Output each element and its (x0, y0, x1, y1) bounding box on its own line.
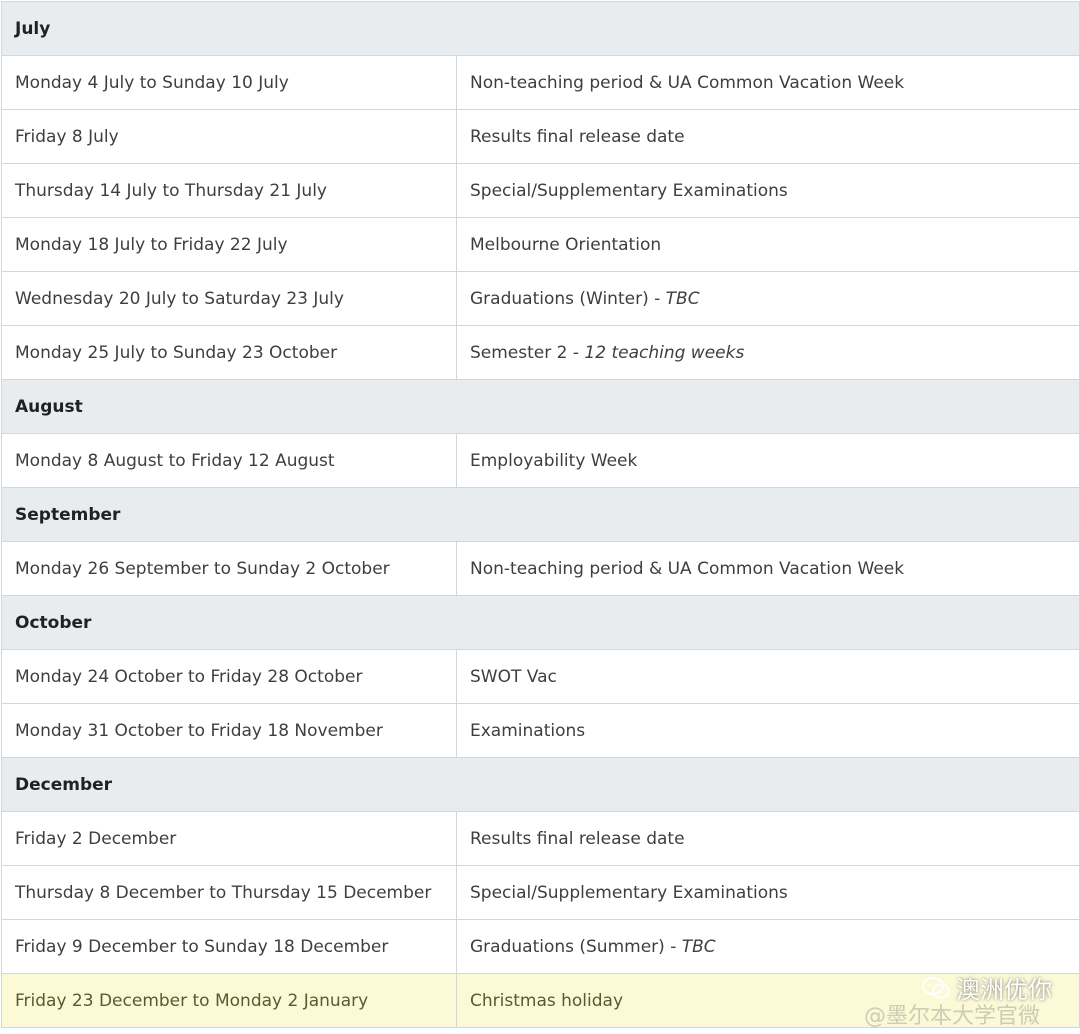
month-header-row: October (2, 596, 1079, 650)
date-range-cell: Friday 9 December to Sunday 18 December (2, 920, 457, 973)
event-cell: Special/Supplementary Examinations (457, 164, 1079, 217)
event-label: SWOT Vac (470, 666, 557, 687)
calendar-row: Wednesday 20 July to Saturday 23 July Gra… (2, 272, 1079, 326)
event-label: Special/Supplementary Examinations (470, 180, 788, 201)
event-cell: Non-teaching period & UA Common Vacation… (457, 542, 1079, 595)
event-cell: Special/Supplementary Examinations (457, 866, 1079, 919)
month-header-row: July (2, 2, 1079, 56)
month-label: December (15, 774, 113, 795)
calendar-row: Monday 8 August to Friday 12 August Emplo… (2, 434, 1079, 488)
month-header-row: December (2, 758, 1079, 812)
date-range-cell: Monday 8 August to Friday 12 August (2, 434, 457, 487)
calendar-row: Thursday 14 July to Thursday 21 July Spec… (2, 164, 1079, 218)
event-label: Special/Supplementary Examinations (470, 882, 788, 903)
event-label: Results final release date (470, 126, 685, 147)
event-cell: Melbourne Orientation (457, 218, 1079, 271)
calendar-row: Thursday 8 December to Thursday 15 Decem… (2, 866, 1079, 920)
event-cell: Graduations (Winter) - TBC (457, 272, 1079, 325)
calendar-row: Monday 24 October to Friday 28 October SW… (2, 650, 1079, 704)
date-range-cell: Thursday 8 December to Thursday 15 Decem… (2, 866, 457, 919)
event-cell: Graduations (Summer) - TBC (457, 920, 1079, 973)
event-cell: Non-teaching period & UA Common Vacation… (457, 56, 1079, 109)
month-label: July (15, 18, 51, 39)
date-range-cell: Friday 8 July (2, 110, 457, 163)
event-cell: Examinations (457, 704, 1079, 757)
date-range-cell: Monday 25 July to Sunday 23 October (2, 326, 457, 379)
event-cell: Semester 2 - 12 teaching weeks (457, 326, 1079, 379)
event-label: Semester 2 - (470, 342, 585, 363)
month-header-row: August (2, 380, 1079, 434)
calendar-row: Friday 8 July Results final release date (2, 110, 1079, 164)
event-label: Results final release date (470, 828, 685, 849)
event-label: Graduations (Winter) - (470, 288, 666, 309)
academic-calendar-table: July Monday 4 July to Sunday 10 July Non-t… (1, 1, 1080, 1028)
event-label: Melbourne Orientation (470, 234, 662, 255)
event-cell: Christmas holiday (457, 974, 1079, 1027)
event-note: TBC (665, 288, 700, 309)
month-label: September (15, 504, 121, 525)
calendar-row: Monday 18 July to Friday 22 July Melbourn… (2, 218, 1079, 272)
event-label: Graduations (Summer) - (470, 936, 682, 957)
event-cell: SWOT Vac (457, 650, 1079, 703)
date-range-cell: Wednesday 20 July to Saturday 23 July (2, 272, 457, 325)
calendar-row: Monday 26 September to Sunday 2 October N… (2, 542, 1079, 596)
date-range-cell: Thursday 14 July to Thursday 21 July (2, 164, 457, 217)
calendar-row: Monday 25 July to Sunday 23 October Semes… (2, 326, 1079, 380)
calendar-row: Monday 31 October to Friday 18 November E… (2, 704, 1079, 758)
calendar-row: Monday 4 July to Sunday 10 July Non-teach… (2, 56, 1079, 110)
event-label: Examinations (470, 720, 586, 741)
calendar-row: Friday 2 December Results final release d… (2, 812, 1079, 866)
event-label: Non-teaching period & UA Common Vacation… (470, 72, 905, 93)
month-label: August (15, 396, 83, 417)
date-range-cell: Friday 23 December to Monday 2 January (2, 974, 457, 1027)
date-range-cell: Friday 2 December (2, 812, 457, 865)
event-label: Non-teaching period & UA Common Vacation… (470, 558, 905, 579)
event-cell: Results final release date (457, 812, 1079, 865)
date-range-cell: Monday 18 July to Friday 22 July (2, 218, 457, 271)
date-range-cell: Monday 31 October to Friday 18 November (2, 704, 457, 757)
calendar-row: Friday 23 December to Monday 2 January Ch… (2, 974, 1079, 1028)
event-note: 12 teaching weeks (584, 342, 745, 363)
event-note: TBC (681, 936, 716, 957)
event-cell: Results final release date (457, 110, 1079, 163)
date-range-cell: Monday 26 September to Sunday 2 October (2, 542, 457, 595)
calendar-row: Friday 9 December to Sunday 18 December G… (2, 920, 1079, 974)
month-header-row: September (2, 488, 1079, 542)
event-label: Employability Week (470, 450, 638, 471)
date-range-cell: Monday 4 July to Sunday 10 July (2, 56, 457, 109)
event-cell: Employability Week (457, 434, 1079, 487)
date-range-cell: Monday 24 October to Friday 28 October (2, 650, 457, 703)
event-label: Christmas holiday (470, 990, 624, 1011)
month-label: October (15, 612, 92, 633)
